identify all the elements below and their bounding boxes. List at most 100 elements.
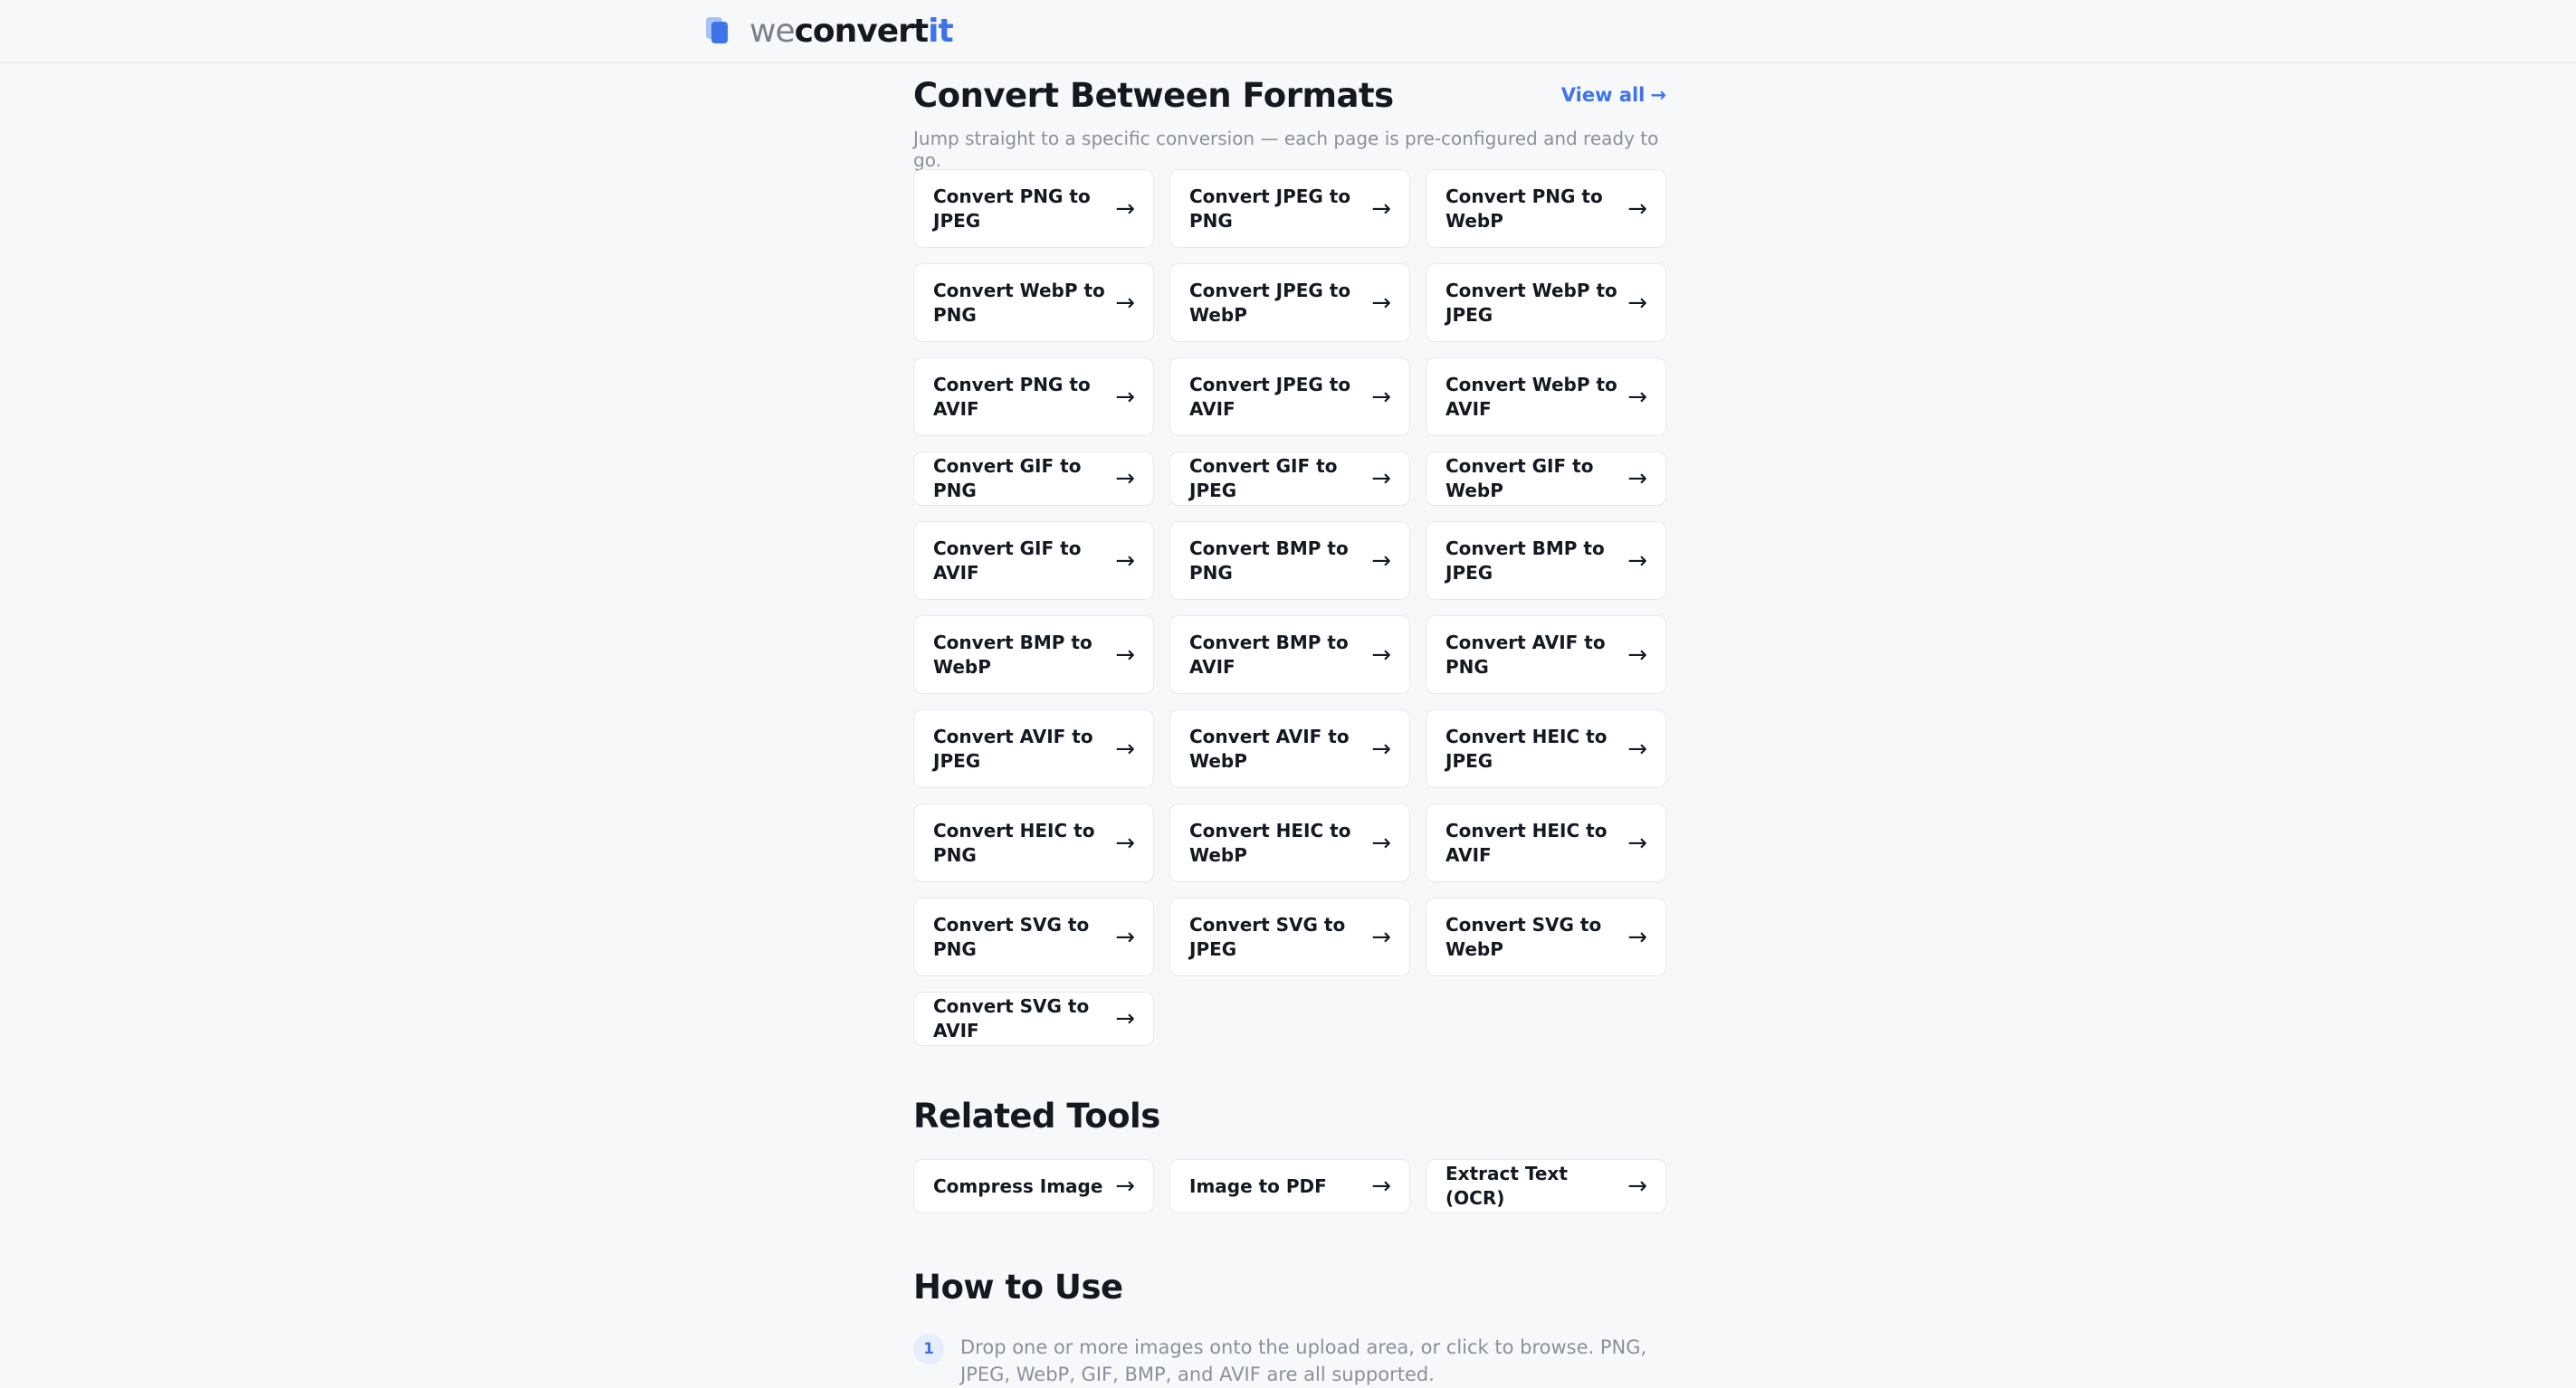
brand-name-part-3: it	[928, 12, 954, 50]
step-text: Drop one or more images onto the upload …	[960, 1336, 1647, 1385]
tool-card-convert-jpeg-to-png[interactable]: Convert JPEG to PNG →	[1169, 169, 1410, 248]
brand-name-part-2: convert	[794, 12, 930, 50]
related-tools-grid: Compress Image → Image to PDF → Extract Text…	[913, 1159, 1666, 1213]
tool-card-label: Convert AVIF to WebP	[1189, 725, 1350, 772]
related-tools-section: Related Tools	[913, 1097, 1666, 1136]
tool-card-label: Convert HEIC to JPEG	[1445, 725, 1608, 772]
tool-card-convert-webp-to-avif[interactable]: Convert WebP to AVIF →	[1426, 357, 1666, 436]
convert-formats-section: Convert Between Formats View all → Jump …	[913, 76, 1666, 172]
related-tools-title: Related Tools	[913, 1097, 1160, 1136]
tool-card-label: Convert AVIF to PNG	[1445, 631, 1606, 678]
tool-card-convert-svg-to-jpeg[interactable]: Convert SVG to JPEG →	[1169, 898, 1410, 976]
how-to-title: How to Use	[913, 1268, 1123, 1307]
tool-card-label: Convert GIF to WebP	[1445, 455, 1594, 501]
brand-name-part-1: we	[749, 12, 796, 50]
arrow-right-icon: →	[1627, 829, 1647, 857]
tool-card-convert-png-to-webp[interactable]: Convert PNG to WebP →	[1426, 169, 1666, 248]
tool-card-convert-jpeg-to-avif[interactable]: Convert JPEG to AVIF →	[1169, 357, 1410, 436]
tool-card-convert-bmp-to-png[interactable]: Convert BMP to PNG →	[1169, 521, 1410, 600]
tool-card-label: Image to PDF	[1189, 1174, 1327, 1197]
tool-card-image-to-pdf[interactable]: Image to PDF →	[1169, 1159, 1410, 1213]
tool-card-label: Convert JPEG to AVIF	[1189, 373, 1351, 420]
arrow-right-icon: →	[1371, 923, 1391, 951]
tool-card-label: Convert HEIC to AVIF	[1445, 819, 1608, 866]
arrow-right-icon: →	[1371, 289, 1391, 317]
tool-card-convert-avif-to-jpeg[interactable]: Convert AVIF to JPEG →	[913, 709, 1154, 788]
tool-card-label: Convert WebP to AVIF	[1445, 373, 1617, 420]
tool-card-extract-text-ocr[interactable]: Extract Text (OCR) →	[1426, 1159, 1666, 1213]
arrow-right-icon: →	[1627, 465, 1647, 492]
arrow-right-icon: →	[1115, 1173, 1135, 1200]
arrow-right-icon: →	[1371, 195, 1391, 223]
tool-card-convert-bmp-to-jpeg[interactable]: Convert BMP to JPEG →	[1426, 521, 1666, 600]
tool-card-convert-avif-to-png[interactable]: Convert AVIF to PNG →	[1426, 615, 1666, 694]
tool-card-label: Convert GIF to JPEG	[1189, 455, 1338, 501]
tool-card-label: Convert BMP to JPEG	[1445, 537, 1605, 584]
tool-card-label: Convert SVG to AVIF	[933, 995, 1090, 1041]
view-all-link[interactable]: View all →	[1561, 84, 1666, 106]
conversion-grid: Convert PNG to JPEG → Convert JPEG to PNG →…	[913, 169, 1666, 1046]
tool-card-label: Convert WebP to PNG	[933, 279, 1105, 326]
arrow-right-icon: →	[1627, 383, 1647, 411]
tool-card-convert-bmp-to-avif[interactable]: Convert BMP to AVIF →	[1169, 615, 1410, 694]
arrow-right-icon: →	[1371, 383, 1391, 411]
tool-card-convert-bmp-to-webp[interactable]: Convert BMP to WebP →	[913, 615, 1154, 694]
tool-card-label: Convert WebP to JPEG	[1445, 279, 1617, 326]
tool-card-label: Convert GIF to AVIF	[933, 537, 1082, 584]
arrow-right-icon: →	[1371, 829, 1391, 857]
how-to-section: How to Use 1 Drop one or more images onto…	[913, 1268, 1666, 1388]
tool-card-convert-png-to-avif[interactable]: Convert PNG to AVIF →	[913, 357, 1154, 436]
tool-card-label: Convert JPEG to PNG	[1189, 185, 1351, 232]
step-number-badge: 1	[913, 1334, 944, 1364]
arrow-right-icon: →	[1371, 465, 1391, 492]
tool-card-convert-heic-to-webp[interactable]: Convert HEIC to WebP →	[1169, 803, 1410, 882]
arrow-right-icon: →	[1115, 289, 1135, 317]
tool-card-compress-image[interactable]: Compress Image →	[913, 1159, 1154, 1213]
arrow-right-icon: →	[1115, 383, 1135, 411]
tool-card-label: Extract Text (OCR)	[1445, 1163, 1568, 1209]
tool-card-label: Convert HEIC to WebP	[1189, 819, 1351, 866]
arrow-right-icon: →	[1627, 641, 1647, 669]
tool-card-label: Compress Image	[933, 1174, 1103, 1197]
tool-card-label: Convert PNG to AVIF	[933, 373, 1091, 420]
tool-card-convert-svg-to-png[interactable]: Convert SVG to PNG →	[913, 898, 1154, 976]
tool-card-convert-webp-to-jpeg[interactable]: Convert WebP to JPEG →	[1426, 263, 1666, 342]
arrow-right-icon: →	[1115, 465, 1135, 492]
arrow-right-icon: →	[1627, 289, 1647, 317]
tool-card-convert-svg-to-webp[interactable]: Convert SVG to WebP →	[1426, 898, 1666, 976]
tool-card-label: Convert SVG to WebP	[1445, 913, 1602, 960]
tool-card-convert-gif-to-png[interactable]: Convert GIF to PNG →	[913, 452, 1154, 506]
tool-card-convert-heic-to-avif[interactable]: Convert HEIC to AVIF →	[1426, 803, 1666, 882]
tool-card-convert-gif-to-avif[interactable]: Convert GIF to AVIF →	[913, 521, 1154, 600]
arrow-right-icon: →	[1650, 84, 1666, 106]
arrow-right-icon: →	[1627, 735, 1647, 763]
tool-card-convert-svg-to-avif[interactable]: Convert SVG to AVIF →	[913, 992, 1154, 1046]
arrow-right-icon: →	[1371, 547, 1391, 575]
arrow-right-icon: →	[1627, 547, 1647, 575]
brand-logo-link[interactable]: weconvertit	[706, 11, 954, 51]
arrow-right-icon: →	[1371, 1173, 1391, 1200]
tool-card-label: Convert SVG to PNG	[933, 913, 1090, 960]
tool-card-label: Convert BMP to WebP	[933, 631, 1092, 678]
tool-card-convert-jpeg-to-webp[interactable]: Convert JPEG to WebP →	[1169, 263, 1410, 342]
arrow-right-icon: →	[1115, 195, 1135, 223]
view-all-label: View all	[1560, 84, 1646, 106]
tool-card-convert-heic-to-jpeg[interactable]: Convert HEIC to JPEG →	[1426, 709, 1666, 788]
arrow-right-icon: →	[1627, 1173, 1647, 1200]
arrow-right-icon: →	[1115, 923, 1135, 951]
arrow-right-icon: →	[1115, 735, 1135, 763]
arrow-right-icon: →	[1115, 547, 1135, 575]
brand-name: weconvertit	[749, 12, 954, 50]
tool-card-convert-webp-to-png[interactable]: Convert WebP to PNG →	[913, 263, 1154, 342]
tool-card-label: Convert JPEG to WebP	[1189, 279, 1351, 326]
tool-card-convert-heic-to-png[interactable]: Convert HEIC to PNG →	[913, 803, 1154, 882]
tool-card-convert-gif-to-jpeg[interactable]: Convert GIF to JPEG →	[1169, 452, 1410, 506]
tool-card-label: Convert PNG to JPEG	[933, 185, 1091, 232]
tool-card-label: Convert BMP to AVIF	[1189, 631, 1349, 678]
tool-card-convert-avif-to-webp[interactable]: Convert AVIF to WebP →	[1169, 709, 1410, 788]
tool-card-convert-png-to-jpeg[interactable]: Convert PNG to JPEG →	[913, 169, 1154, 248]
tool-card-convert-gif-to-webp[interactable]: Convert GIF to WebP →	[1426, 452, 1666, 506]
tool-card-label: Convert SVG to JPEG	[1189, 913, 1346, 960]
arrow-right-icon: →	[1627, 195, 1647, 223]
how-to-step: 1 Drop one or more images onto the upload…	[913, 1334, 1666, 1388]
